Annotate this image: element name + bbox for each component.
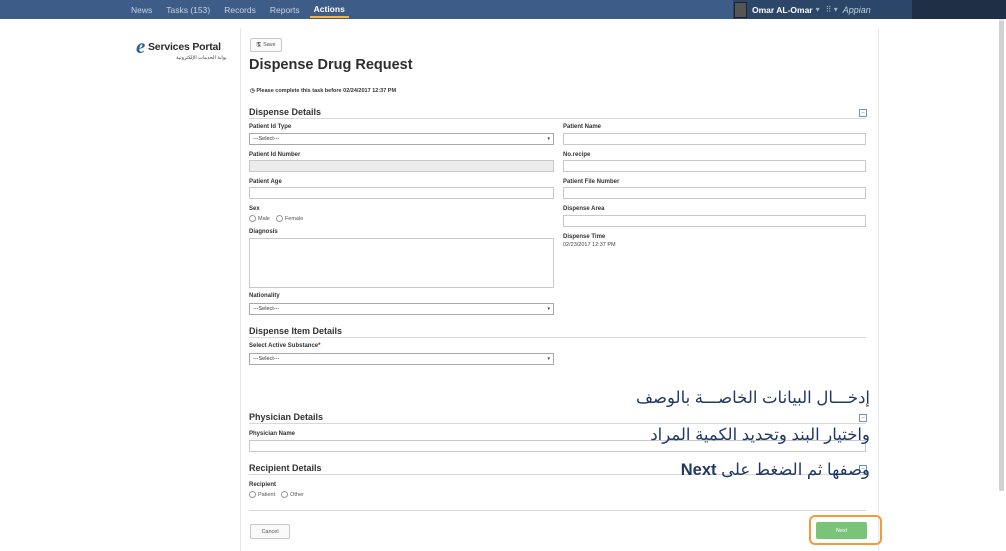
- dispense-area-input[interactable]: [563, 215, 866, 227]
- chevron-down-icon[interactable]: ▾: [816, 5, 820, 14]
- page-scrollbar[interactable]: [999, 19, 1004, 491]
- eservices-logo[interactable]: e Services Portal بوابة الخدمات الإلكترو…: [136, 34, 234, 64]
- instruction-line-3: وصفها ثم الضغط على Next: [681, 460, 870, 480]
- radio-other-label: Other: [290, 491, 304, 498]
- label-patient-id-type: Patient Id Type: [249, 124, 292, 130]
- label-diagnosis: Diagnosis: [249, 229, 278, 235]
- section-dispense-item-details: Dispense Item Details: [249, 326, 343, 336]
- top-nav-bar: News Tasks (153) Records Reports Actions…: [0, 0, 1006, 19]
- sex-radio-group: Male Female: [249, 215, 303, 222]
- required-mark: *: [318, 343, 321, 349]
- nav-actions[interactable]: Actions: [309, 2, 349, 18]
- label-physician-name: Physician Name: [249, 431, 296, 437]
- label-dispense-area: Dispense Area: [563, 206, 605, 212]
- topbar-strip: [912, 0, 1006, 19]
- radio-male[interactable]: [249, 215, 256, 222]
- save-button-label: Save: [263, 42, 276, 48]
- label-no-recipe: No.recipe: [563, 152, 591, 158]
- cancel-button[interactable]: Cancel: [250, 524, 290, 539]
- main-nav: News Tasks (153) Records Reports Actions: [0, 0, 349, 19]
- page-title: Dispense Drug Request: [249, 57, 413, 73]
- nav-tasks[interactable]: Tasks (153): [166, 5, 210, 15]
- user-menu[interactable]: Omar AL-Omar ▾ ⠿ ▾ Appian: [733, 0, 913, 19]
- radio-other[interactable]: [281, 491, 289, 498]
- caret-down-icon: ▾: [547, 136, 550, 142]
- label-patient-age: Patient Age: [249, 179, 282, 185]
- diagnosis-textarea[interactable]: [249, 238, 554, 288]
- radio-male-label: Male: [258, 215, 270, 222]
- next-button-highlight: [809, 515, 882, 545]
- radio-patient-label: Patient: [258, 491, 276, 498]
- nav-records[interactable]: Records: [224, 5, 256, 15]
- avatar: [734, 1, 747, 18]
- due-notice: ◷ Please complete this task before 02/24…: [250, 88, 396, 94]
- section-dispense-details: Dispense Details: [249, 107, 322, 117]
- active-substance-select[interactable]: ---Select--- ▾: [249, 353, 554, 365]
- save-button[interactable]: 🖫 Save: [250, 38, 282, 52]
- divider: [249, 510, 866, 511]
- section-recipient-details: Recipient Details: [249, 463, 322, 473]
- divider: [249, 423, 866, 424]
- select-value: ---Select---: [253, 306, 280, 312]
- logo-mark: e: [136, 34, 146, 58]
- label-patient-id-number: Patient Id Number: [249, 152, 301, 158]
- divider: [249, 118, 866, 119]
- dispense-time-value: 02/23/2017 12:37 PM: [563, 242, 616, 248]
- select-value: ---Select---: [253, 136, 280, 142]
- scrollbar-thumb[interactable]: [999, 21, 1004, 491]
- label-active-substance: Select Active Substance*: [249, 343, 320, 349]
- radio-female[interactable]: [275, 215, 283, 222]
- collapse-icon[interactable]: –: [859, 414, 867, 422]
- nav-reports[interactable]: Reports: [270, 5, 300, 15]
- radio-patient[interactable]: [249, 491, 256, 498]
- select-value: ---Select---: [253, 356, 280, 362]
- radio-female-label: Female: [284, 215, 304, 222]
- divider: [249, 337, 866, 338]
- due-text: Please complete this task before 02/24/2…: [256, 88, 397, 94]
- nav-news[interactable]: News: [131, 5, 152, 15]
- label-sex: Sex: [249, 206, 260, 212]
- apps-grid-icon[interactable]: ⠿ ▾: [826, 5, 838, 14]
- caret-down-icon: ▾: [547, 306, 550, 312]
- label-patient-file-number: Patient File Number: [563, 179, 620, 185]
- label-recipient: Recipient: [249, 482, 277, 488]
- patient-age-input[interactable]: [249, 187, 554, 199]
- no-recipe-input[interactable]: [563, 160, 866, 172]
- instruction-next-word: Next: [680, 461, 717, 479]
- label-active-substance-text: Select Active Substance: [249, 343, 319, 349]
- patient-file-number-input[interactable]: [563, 187, 866, 199]
- label-dispense-time: Dispense Time: [563, 234, 606, 240]
- label-nationality: Nationality: [249, 293, 280, 299]
- recipient-radio-group: Patient Other: [249, 491, 304, 498]
- nationality-select[interactable]: ---Select--- ▾: [249, 303, 554, 315]
- section-physician-details: Physician Details: [249, 412, 324, 422]
- floppy-disk-icon: 🖫: [256, 41, 262, 48]
- collapse-icon[interactable]: –: [859, 109, 867, 117]
- instruction-line-1: إدخـــال البيانات الخاصـــة بالوصف: [635, 389, 870, 407]
- label-patient-name: Patient Name: [563, 124, 602, 130]
- caret-down-icon: ▾: [547, 356, 550, 362]
- instruction-line-2: واختيار البند وتحديد الكمية المراد: [650, 426, 870, 444]
- brand-logo: Appian: [842, 4, 871, 15]
- patient-id-number-input[interactable]: [249, 160, 554, 172]
- logo-subtitle: بوابة الخدمات الإلكترونية: [176, 55, 227, 61]
- logo-text: Services Portal: [148, 41, 221, 53]
- patient-name-input[interactable]: [563, 133, 866, 145]
- instruction-line-3-text: وصفها ثم الضغط على: [721, 461, 870, 479]
- user-name[interactable]: Omar AL-Omar: [752, 5, 813, 15]
- patient-id-type-select[interactable]: ---Select--- ▾: [249, 133, 554, 145]
